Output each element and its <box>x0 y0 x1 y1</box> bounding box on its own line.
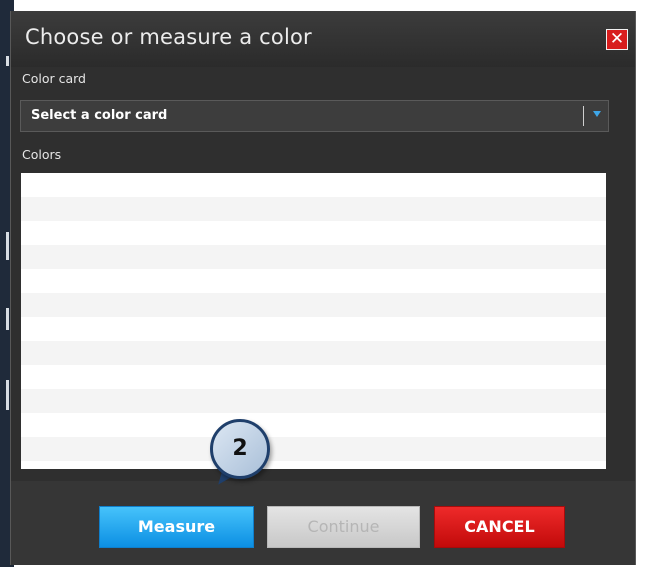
list-item[interactable] <box>21 173 606 197</box>
select-divider <box>583 106 584 126</box>
colors-label: Colors <box>22 147 62 162</box>
edge-mark <box>6 56 9 66</box>
list-item[interactable] <box>21 293 606 317</box>
list-item[interactable] <box>21 197 606 221</box>
list-item[interactable] <box>21 221 606 245</box>
edge-mark <box>6 232 9 260</box>
colors-list[interactable] <box>21 173 606 469</box>
color-card-selected-value: Select a color card <box>31 108 168 123</box>
measure-button[interactable]: Measure <box>99 506 254 548</box>
edge-mark <box>6 380 9 410</box>
color-dialog: Choose or measure a color ✕ Color card S… <box>10 11 636 565</box>
list-item[interactable] <box>21 437 606 461</box>
color-card-select[interactable]: Select a color card <box>20 100 609 132</box>
edge-mark <box>6 308 9 330</box>
list-item[interactable] <box>21 389 606 413</box>
dialog-title: Choose or measure a color <box>25 25 312 49</box>
list-item[interactable] <box>21 341 606 365</box>
cancel-button[interactable]: CANCEL <box>434 506 565 548</box>
chevron-down-icon[interactable] <box>593 111 601 117</box>
color-card-label: Color card <box>22 71 86 86</box>
step-callout: 2 <box>210 419 282 491</box>
close-icon[interactable]: ✕ <box>606 29 628 50</box>
continue-button: Continue <box>267 506 420 548</box>
list-item[interactable] <box>21 365 606 389</box>
callout-step-number: 2 <box>232 436 248 461</box>
list-item[interactable] <box>21 245 606 269</box>
dialog-title-bar: Choose or measure a color ✕ <box>11 11 635 67</box>
list-item[interactable] <box>21 413 606 437</box>
list-item[interactable] <box>21 317 606 341</box>
list-item[interactable] <box>21 269 606 293</box>
